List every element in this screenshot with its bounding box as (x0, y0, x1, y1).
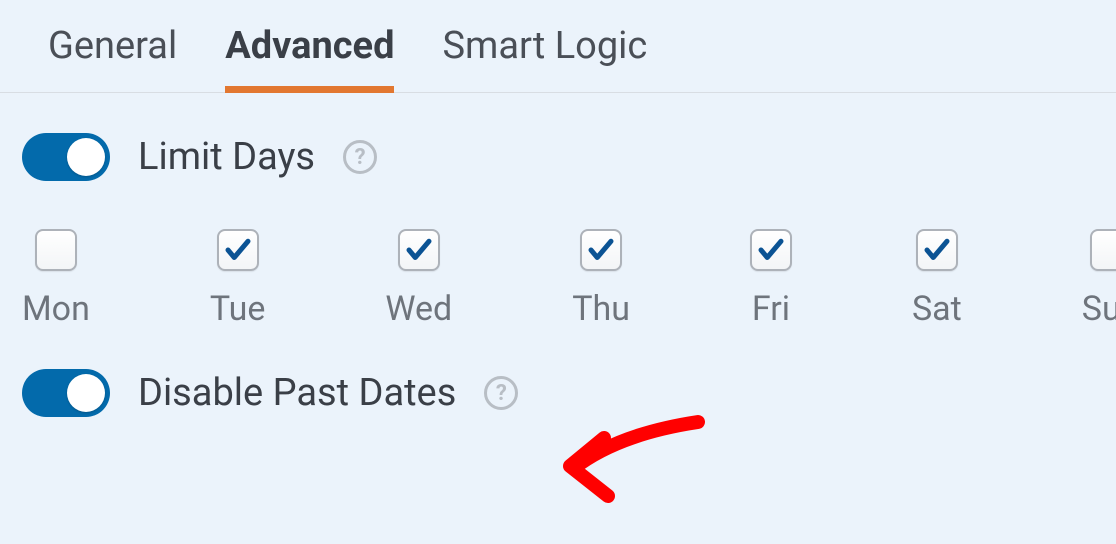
day-option: Sun (1082, 229, 1116, 329)
day-option: Mon (22, 229, 90, 329)
day-label: Sun (1082, 289, 1116, 329)
day-checkbox-group: Mon Tue Wed Thu Fri Sat Sun (0, 181, 1116, 329)
day-label: Tue (210, 289, 265, 329)
limit-days-label: Limit Days (138, 135, 315, 179)
day-label: Fri (752, 289, 790, 329)
day-label: Sat (912, 289, 962, 329)
day-option: Fri (750, 229, 792, 329)
day-label: Mon (22, 289, 90, 329)
day-label: Wed (385, 289, 452, 329)
day-checkbox[interactable] (217, 229, 259, 271)
day-option: Tue (210, 229, 265, 329)
limit-days-row: Limit Days ? (0, 93, 1116, 181)
limit-days-toggle[interactable] (22, 133, 110, 181)
tab-general[interactable]: General (48, 24, 177, 92)
disable-past-dates-toggle[interactable] (22, 369, 110, 417)
help-icon[interactable]: ? (484, 376, 518, 410)
help-icon[interactable]: ? (343, 140, 377, 174)
day-checkbox[interactable] (398, 229, 440, 271)
disable-past-dates-row: Disable Past Dates ? (0, 329, 1116, 417)
tab-advanced[interactable]: Advanced (225, 24, 394, 92)
day-option: Thu (572, 229, 630, 329)
day-checkbox[interactable] (1090, 229, 1116, 271)
annotation-arrow-icon (558, 404, 718, 534)
day-checkbox[interactable] (35, 229, 77, 271)
day-option: Wed (385, 229, 452, 329)
day-checkbox[interactable] (916, 229, 958, 271)
day-checkbox[interactable] (750, 229, 792, 271)
day-checkbox[interactable] (580, 229, 622, 271)
day-label: Thu (572, 289, 630, 329)
disable-past-dates-label: Disable Past Dates (138, 371, 456, 415)
tab-smart-logic[interactable]: Smart Logic (442, 24, 647, 92)
settings-tabs: General Advanced Smart Logic (0, 0, 1116, 93)
day-option: Sat (912, 229, 962, 329)
